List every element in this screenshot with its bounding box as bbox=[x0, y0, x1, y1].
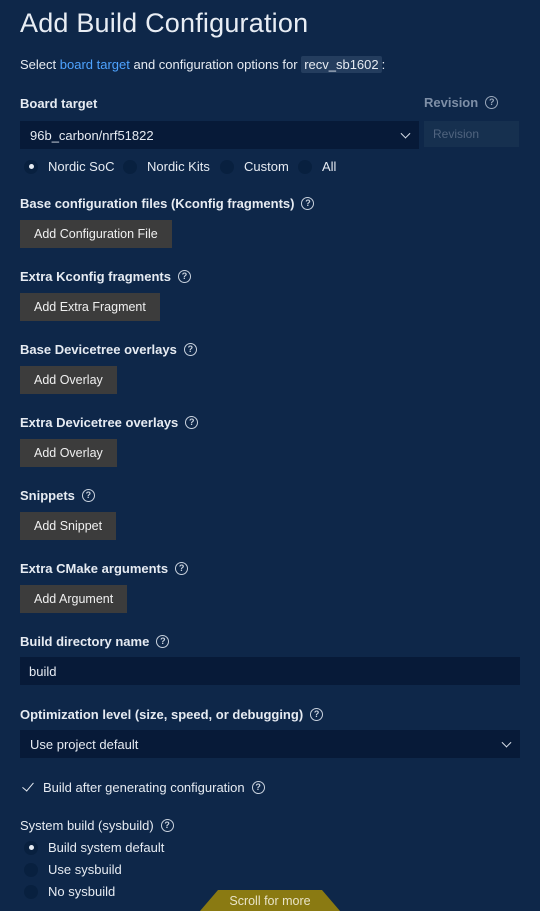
board-target-label: Board target bbox=[20, 96, 97, 111]
add-configuration-file-button[interactable]: Add Configuration File bbox=[20, 220, 172, 248]
app-name: recv_sb1602 bbox=[301, 56, 382, 73]
page-subtitle: Select board target and configuration op… bbox=[20, 56, 386, 73]
add-extra-overlay-button[interactable]: Add Overlay bbox=[20, 439, 117, 467]
radio-checked-icon bbox=[24, 840, 38, 855]
add-argument-button[interactable]: Add Argument bbox=[20, 585, 128, 613]
cmake-args-label-text: Extra CMake arguments bbox=[20, 561, 169, 576]
radio-label: Nordic SoC bbox=[48, 159, 115, 174]
scroll-hint-text: Scroll for more bbox=[229, 894, 311, 908]
chevron-down-icon bbox=[400, 128, 411, 139]
help-icon[interactable]: ? bbox=[160, 819, 174, 832]
board-filter-radio-custom[interactable]: Custom bbox=[220, 159, 289, 174]
build-after-checkbox[interactable]: Build after generating configuration ? bbox=[20, 779, 265, 795]
board-filter-radio-all[interactable]: All bbox=[298, 159, 336, 174]
sysbuild-radio-default[interactable]: Build system default bbox=[24, 840, 164, 855]
sysbuild-label: System build (sysbuild) ? bbox=[20, 818, 174, 833]
radio-label: Custom bbox=[244, 159, 289, 174]
extra-kconfig-label-text: Extra Kconfig fragments bbox=[20, 269, 171, 284]
radio-label: Use sysbuild bbox=[48, 862, 122, 877]
optimization-value: Use project default bbox=[30, 736, 139, 752]
subtitle-middle: and configuration options for bbox=[133, 57, 298, 72]
build-dir-label-text: Build directory name bbox=[20, 634, 150, 649]
checkmark-icon bbox=[20, 779, 36, 795]
radio-unchecked-icon bbox=[24, 884, 38, 899]
build-dir-input[interactable]: build bbox=[20, 657, 520, 685]
help-icon[interactable]: ? bbox=[177, 270, 191, 283]
radio-unchecked-icon bbox=[123, 159, 137, 174]
radio-unchecked-icon bbox=[24, 862, 38, 877]
optimization-label-text: Optimization level (size, speed, or debu… bbox=[20, 707, 304, 722]
add-base-overlay-button[interactable]: Add Overlay bbox=[20, 366, 117, 394]
board-target-label-text: Board target bbox=[20, 96, 98, 111]
cmake-args-label: Extra CMake arguments ? bbox=[20, 561, 189, 576]
optimization-label: Optimization level (size, speed, or debu… bbox=[20, 707, 324, 722]
radio-unchecked-icon bbox=[220, 159, 234, 174]
help-icon[interactable]: ? bbox=[301, 197, 315, 210]
base-config-label-text: Base configuration files (Kconfig fragme… bbox=[20, 196, 295, 211]
revision-input[interactable]: Revision bbox=[424, 121, 519, 147]
help-icon[interactable]: ? bbox=[183, 343, 197, 356]
radio-unchecked-icon bbox=[298, 159, 312, 174]
base-devicetree-label-text: Base Devicetree overlays bbox=[20, 342, 177, 357]
radio-checked-icon bbox=[24, 159, 38, 174]
help-icon[interactable]: ? bbox=[156, 635, 170, 648]
build-after-label: Build after generating configuration bbox=[43, 779, 245, 795]
help-icon[interactable]: ? bbox=[81, 489, 95, 502]
snippets-label: Snippets ? bbox=[20, 488, 95, 503]
add-extra-fragment-button[interactable]: Add Extra Fragment bbox=[20, 293, 160, 321]
board-target-link[interactable]: board target bbox=[60, 57, 130, 72]
extra-kconfig-label: Extra Kconfig fragments ? bbox=[20, 269, 191, 284]
sysbuild-radio-use[interactable]: Use sysbuild bbox=[24, 862, 122, 877]
build-dir-label: Build directory name ? bbox=[20, 634, 170, 649]
subtitle-suffix: : bbox=[381, 57, 386, 72]
snippets-label-text: Snippets bbox=[20, 488, 75, 503]
add-snippet-button[interactable]: Add Snippet bbox=[20, 512, 117, 540]
help-icon[interactable]: ? bbox=[251, 780, 265, 794]
radio-label: Nordic Kits bbox=[147, 159, 210, 174]
page-title: Add Build Configuration bbox=[20, 8, 309, 38]
optimization-select[interactable]: Use project default bbox=[20, 730, 520, 758]
revision-label-text: Revision bbox=[424, 95, 479, 110]
board-target-value: 96b_carbon/nrf51822 bbox=[30, 127, 154, 143]
extra-devicetree-label-text: Extra Devicetree overlays bbox=[20, 415, 179, 430]
revision-label: Revision ? bbox=[424, 95, 499, 110]
base-devicetree-label: Base Devicetree overlays ? bbox=[20, 342, 197, 357]
subtitle-prefix: Select bbox=[20, 57, 57, 72]
board-filter-radio-nordic-soc[interactable]: Nordic SoC bbox=[24, 159, 114, 174]
radio-label: No sysbuild bbox=[48, 884, 116, 899]
board-filter-radio-nordic-kits[interactable]: Nordic Kits bbox=[123, 159, 210, 174]
radio-label: Build system default bbox=[48, 840, 165, 855]
help-icon[interactable]: ? bbox=[175, 562, 189, 575]
board-target-select[interactable]: 96b_carbon/nrf51822 bbox=[20, 121, 419, 149]
base-config-label: Base configuration files (Kconfig fragme… bbox=[20, 196, 315, 211]
revision-placeholder: Revision bbox=[433, 127, 480, 141]
sysbuild-label-text: System build (sysbuild) bbox=[20, 818, 154, 833]
chevron-down-icon bbox=[501, 737, 512, 748]
help-icon[interactable]: ? bbox=[185, 416, 199, 429]
help-icon[interactable]: ? bbox=[310, 708, 324, 721]
sysbuild-radio-none[interactable]: No sysbuild bbox=[24, 884, 115, 899]
scroll-for-more-banner[interactable]: Scroll for more bbox=[200, 890, 340, 911]
build-dir-value: build bbox=[29, 663, 57, 679]
help-icon[interactable]: ? bbox=[485, 96, 499, 109]
extra-devicetree-label: Extra Devicetree overlays ? bbox=[20, 415, 199, 430]
radio-label: All bbox=[322, 159, 337, 174]
